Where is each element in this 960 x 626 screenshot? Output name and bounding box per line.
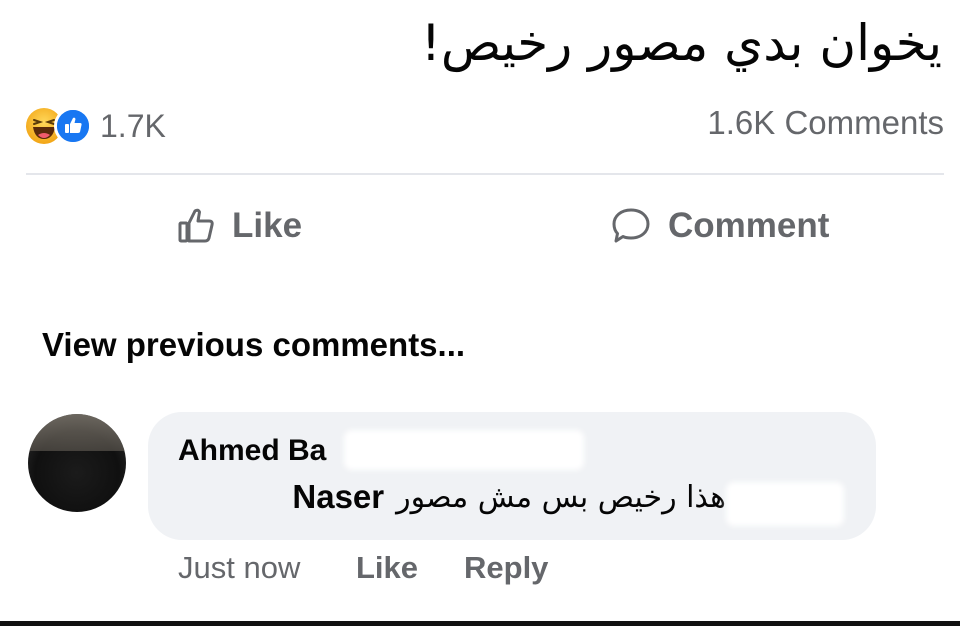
avatar[interactable] (28, 414, 126, 512)
comment-bubble: Ahmed Ba هذا رخيص بس مش مصور Naser (148, 412, 876, 540)
comment-button[interactable]: Comment (610, 198, 829, 254)
like-button-label: Like (232, 206, 303, 245)
reactions-summary[interactable]: 1.7K (26, 106, 166, 146)
avatar-shade (28, 414, 126, 452)
comment-button-label: Comment (668, 206, 830, 245)
mention-tag[interactable]: Naser (292, 478, 384, 516)
speech-bubble-icon (612, 208, 650, 243)
like-button[interactable]: Like (176, 198, 302, 254)
view-previous-comments-link[interactable]: View previous comments... (42, 326, 465, 364)
redaction-blur (344, 430, 584, 470)
post-text: يخوان بدي مصور رخيص! (420, 14, 942, 72)
comment-text: هذا رخيص بس مش مصور (396, 479, 726, 515)
comment-count[interactable]: 1.6K Comments (707, 104, 944, 142)
like-icon (54, 107, 92, 145)
comment-author[interactable]: Ahmed Ba (178, 434, 326, 468)
comment-like-link[interactable]: Like (356, 548, 418, 588)
bottom-edge (0, 621, 960, 626)
comment-timestamp: Just now (178, 550, 301, 585)
thumbs-up-icon (178, 208, 214, 243)
redaction-blur (726, 482, 844, 526)
comment-body: هذا رخيص بس مش مصور Naser (292, 478, 726, 516)
comment-reply-link[interactable]: Reply (464, 548, 548, 588)
reaction-count: 1.7K (100, 107, 166, 144)
divider (26, 173, 944, 175)
